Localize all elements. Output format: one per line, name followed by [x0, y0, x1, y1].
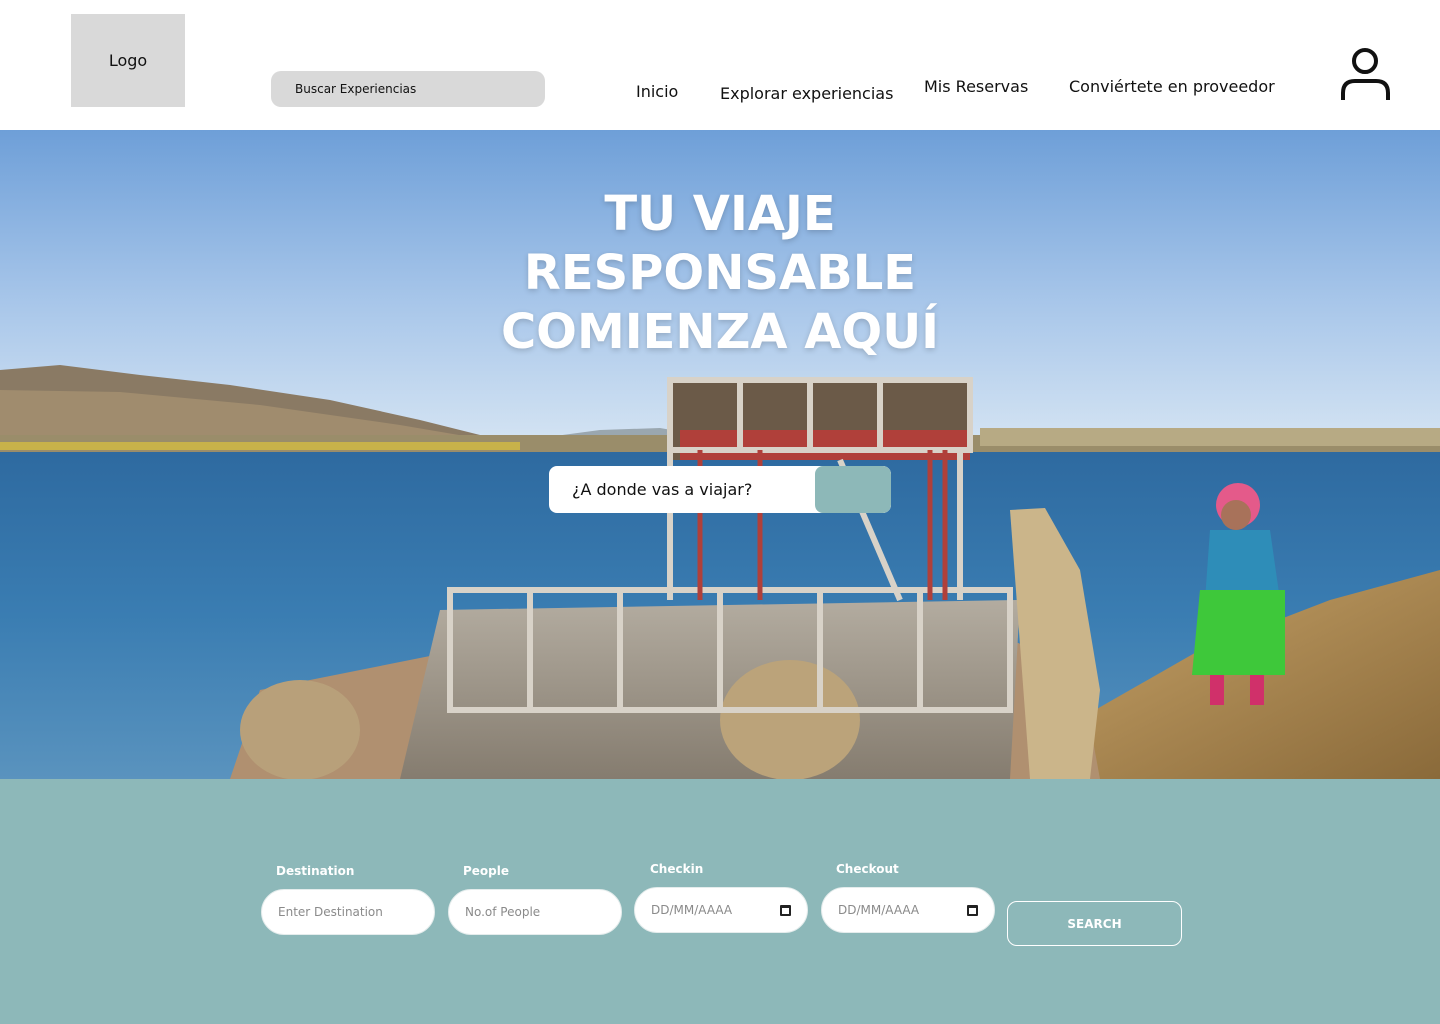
hero-title-line-2: RESPONSABLE: [523, 245, 917, 301]
booking-bar: Destination Enter Destination People No.…: [0, 779, 1440, 1024]
experience-search-placeholder: Buscar Experiencias: [295, 82, 417, 96]
destination-label: Destination: [276, 864, 355, 878]
nav-proveedor[interactable]: Conviértete en proveedor: [1069, 77, 1275, 96]
checkin-date-field[interactable]: DD/MM/AAAA: [634, 887, 808, 933]
hero-section: TU VIAJE RESPONSABLE COMIENZA AQUÍ ¿A do…: [0, 130, 1440, 779]
destination-placeholder: Enter Destination: [278, 905, 383, 919]
nav-explorar-experiencias[interactable]: Explorar experiencias: [720, 84, 893, 103]
people-label: People: [463, 864, 510, 878]
people-field[interactable]: No.of People: [448, 889, 622, 935]
logo[interactable]: Logo: [71, 14, 185, 107]
checkout-date-field[interactable]: DD/MM/AAAA: [821, 887, 995, 933]
search-button-label: SEARCH: [1067, 916, 1122, 931]
hero-title-line-3: COMIENZA AQUÍ: [500, 304, 940, 360]
checkin-placeholder: DD/MM/AAAA: [651, 903, 733, 917]
checkout-label: Checkout: [836, 862, 899, 876]
user-icon: [1341, 48, 1390, 100]
destination-search-button[interactable]: [815, 466, 891, 513]
checkin-label: Checkin: [650, 862, 704, 876]
destination-search-placeholder: ¿A donde vas a viajar?: [572, 480, 753, 499]
experience-search-input[interactable]: Buscar Experiencias: [271, 71, 545, 107]
calendar-icon[interactable]: [967, 905, 978, 916]
logo-text: Logo: [108, 51, 148, 70]
user-account-button[interactable]: [1336, 44, 1396, 104]
search-button[interactable]: SEARCH: [1007, 901, 1182, 946]
nav-inicio[interactable]: Inicio: [636, 82, 678, 101]
people-placeholder: No.of People: [465, 905, 541, 919]
nav-mis-reservas[interactable]: Mis Reservas: [924, 77, 1028, 96]
calendar-icon[interactable]: [780, 905, 791, 916]
site-header: Logo Buscar Experiencias Inicio Explorar…: [0, 0, 1440, 130]
checkout-placeholder: DD/MM/AAAA: [838, 903, 920, 917]
hero-title: TU VIAJE RESPONSABLE COMIENZA AQUÍ: [420, 185, 1020, 362]
hero-title-line-1: TU VIAJE: [604, 186, 836, 242]
destination-field[interactable]: Enter Destination: [261, 889, 435, 935]
destination-search-input[interactable]: ¿A donde vas a viajar?: [549, 466, 891, 513]
